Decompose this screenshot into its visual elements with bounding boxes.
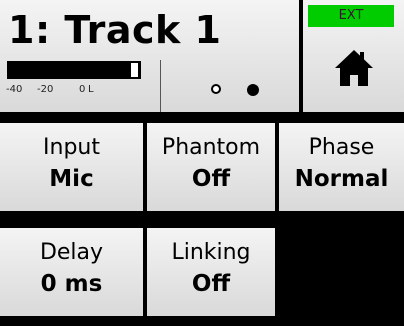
home-icon: [335, 50, 373, 86]
phantom-value: Off: [191, 166, 231, 192]
phantom-label: Phantom: [161, 135, 261, 160]
level-meter-bar: [9, 63, 129, 77]
ext-sync-badge: EXT: [308, 5, 394, 27]
meter-scale-label: -20: [37, 84, 54, 95]
level-meter: [7, 61, 141, 79]
meter-scale-label: L: [88, 84, 94, 95]
linking-setting-button[interactable]: Linking Off: [147, 228, 275, 316]
input-value: Mic: [49, 166, 94, 192]
home-button[interactable]: EXT: [303, 0, 404, 112]
delay-setting-button[interactable]: Delay 0 ms: [0, 228, 143, 316]
linking-value: Off: [191, 271, 231, 297]
input-setting-button[interactable]: Input Mic: [0, 123, 143, 211]
meter-scale-label: 0: [79, 84, 86, 95]
input-label: Input: [43, 135, 100, 160]
phase-value: Normal: [294, 166, 389, 192]
phase-label: Phase: [308, 135, 375, 160]
delay-value: 0 ms: [40, 271, 103, 297]
delay-label: Delay: [39, 240, 104, 265]
track-title: 1: Track 1: [8, 8, 222, 52]
phantom-setting-button[interactable]: Phantom Off: [147, 123, 275, 211]
page-dot-inactive: [211, 84, 221, 94]
meter-scale-label: -40: [6, 84, 23, 95]
page-dot-active: [247, 84, 259, 96]
header-divider: [160, 60, 161, 112]
phase-setting-button[interactable]: Phase Normal: [279, 123, 404, 211]
linking-label: Linking: [171, 240, 251, 265]
level-meter-peak: [131, 63, 138, 77]
track-header[interactable]: 1: Track 1 -40 -20 0 L: [0, 0, 299, 112]
